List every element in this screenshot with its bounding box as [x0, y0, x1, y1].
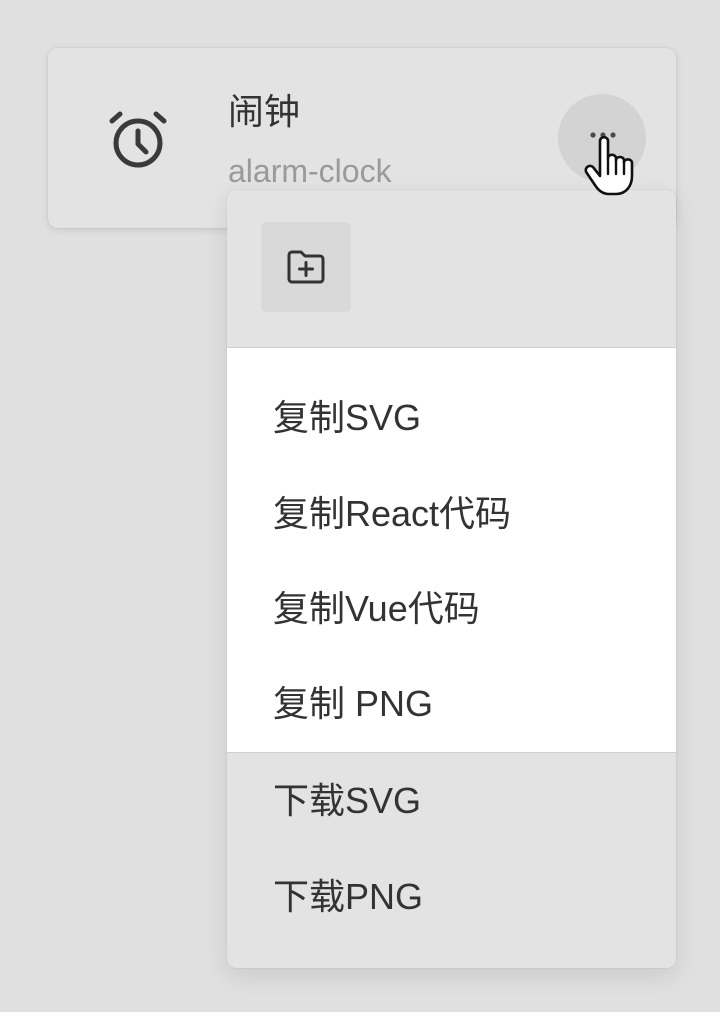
- context-menu-header: [227, 190, 676, 348]
- menu-item-copy-react-code[interactable]: 复制React代码: [227, 466, 676, 562]
- download-options-group: 下载SVG 下载PNG: [227, 753, 676, 968]
- menu-item-copy-vue-code[interactable]: 复制Vue代码: [227, 561, 676, 657]
- menu-item-label: 下载PNG: [273, 876, 424, 917]
- copy-options-group: 复制SVG 复制React代码 复制Vue代码 复制 PNG: [227, 348, 676, 753]
- folder-add-icon: [287, 250, 325, 284]
- menu-item-download-svg[interactable]: 下载SVG: [227, 753, 676, 849]
- icon-name: alarm-clock: [228, 153, 392, 189]
- menu-item-download-png[interactable]: 下载PNG: [227, 849, 676, 945]
- menu-item-label: 复制SVG: [273, 397, 422, 438]
- menu-item-label: 复制Vue代码: [273, 588, 480, 629]
- add-to-folder-button[interactable]: [261, 222, 351, 312]
- menu-item-label: 复制React代码: [273, 493, 512, 534]
- more-horizontal-icon: [590, 132, 616, 138]
- page: 闹钟 alarm-clock 复制SVG 复制React代码 复制Vue代码 复…: [0, 0, 720, 1012]
- menu-item-label: 下载SVG: [273, 780, 422, 821]
- more-button[interactable]: [558, 94, 646, 182]
- context-menu: 复制SVG 复制React代码 复制Vue代码 复制 PNG 下载SVG 下载P…: [227, 190, 676, 968]
- alarm-clock-icon: [106, 108, 170, 172]
- menu-item-label: 复制 PNG: [273, 683, 434, 724]
- menu-item-copy-svg[interactable]: 复制SVG: [227, 370, 676, 466]
- icon-title: 闹钟: [228, 91, 301, 132]
- menu-item-copy-png[interactable]: 复制 PNG: [227, 656, 676, 752]
